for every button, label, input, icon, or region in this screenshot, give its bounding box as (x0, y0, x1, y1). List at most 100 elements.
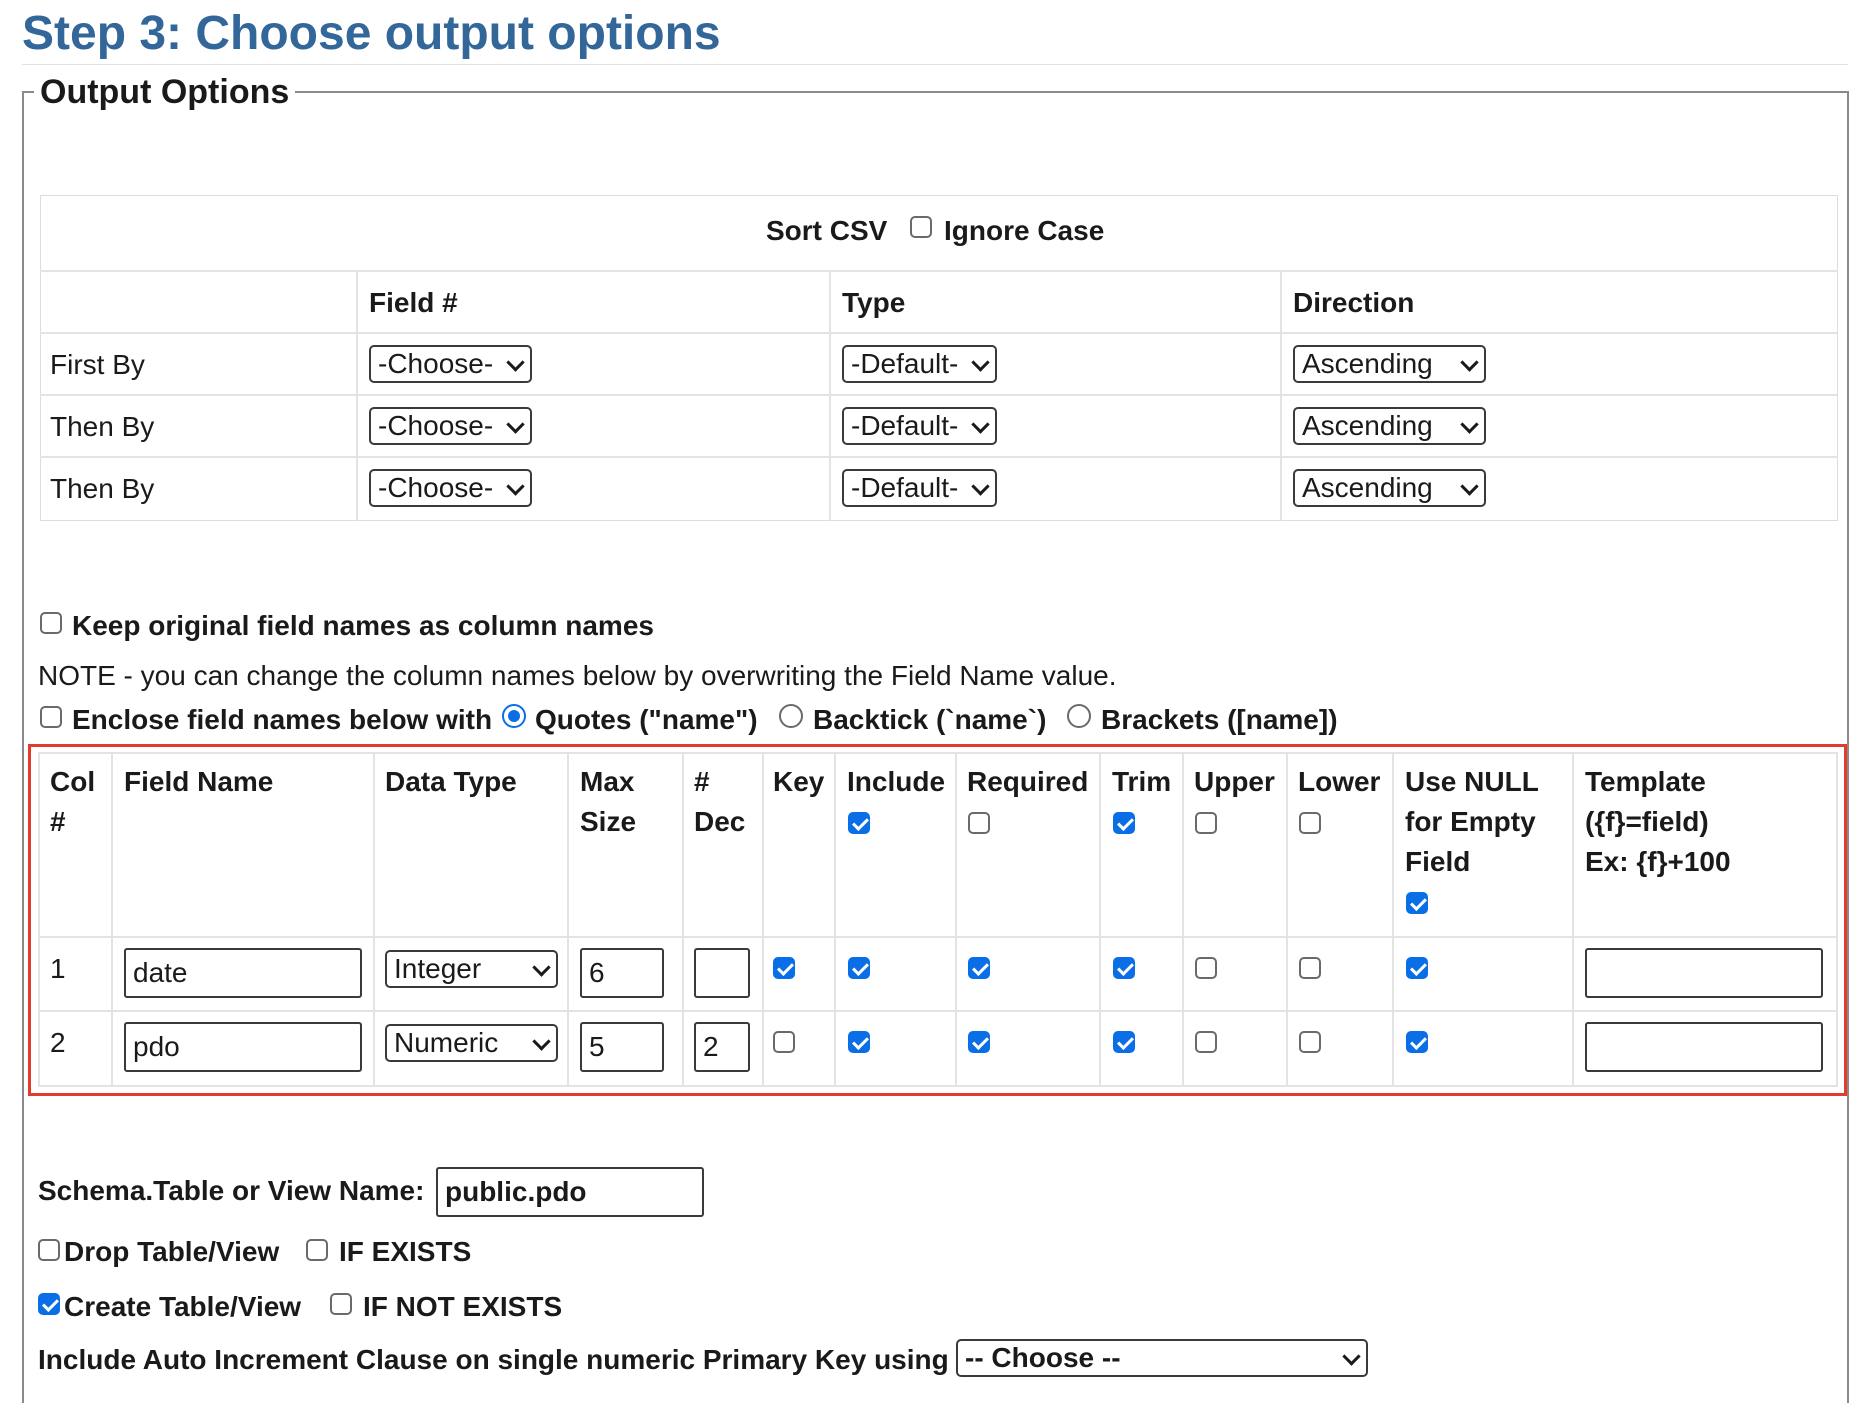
chevron-down-icon (971, 415, 990, 434)
col-number: 1 (50, 953, 66, 984)
select-value: Numeric (394, 1027, 499, 1058)
sort-divider (356, 270, 358, 521)
ignore-case-checkbox[interactable] (910, 216, 932, 238)
sort-divider (829, 270, 831, 521)
trim-header: Trim (1112, 766, 1172, 797)
fields-divider (1392, 752, 1394, 1087)
use-null-header: for Empty (1405, 806, 1536, 837)
fields-divider (111, 752, 113, 1087)
data-type-select[interactable]: Integer (385, 950, 558, 988)
sort-direction-select[interactable]: Ascending (1293, 345, 1486, 383)
upper-header: Upper (1194, 766, 1275, 797)
ignore-case-label: Ignore Case (944, 215, 1105, 246)
template-input[interactable] (1585, 948, 1823, 998)
create-table-checkbox[interactable] (38, 1293, 60, 1315)
data-type-select[interactable]: Numeric (385, 1024, 558, 1062)
backtick-radio[interactable] (779, 704, 803, 728)
select-value: -Default- (851, 348, 959, 379)
chevron-down-icon (532, 1032, 551, 1051)
sort-divider (1280, 270, 1282, 521)
schema-table-input[interactable]: public.pdo (436, 1167, 704, 1217)
sort-row-label: Then By (50, 411, 155, 442)
include-all-checkbox[interactable] (848, 812, 870, 834)
max-size-header: Size (580, 806, 637, 837)
select-value: -- Choose -- (965, 1342, 1121, 1373)
lower-checkbox[interactable] (1299, 957, 1321, 979)
drop-table-checkbox[interactable] (38, 1239, 60, 1261)
trim-checkbox[interactable] (1113, 957, 1135, 979)
template-header: Template (1585, 766, 1706, 797)
trim-all-checkbox[interactable] (1113, 812, 1135, 834)
required-all-checkbox[interactable] (968, 812, 990, 834)
enclose-field-names-checkbox[interactable] (40, 706, 62, 728)
keep-original-names-label: Keep original field names as column name… (72, 610, 654, 641)
trim-checkbox[interactable] (1113, 1031, 1135, 1053)
if-exists-label: IF EXISTS (339, 1236, 472, 1267)
chevron-down-icon (1460, 477, 1479, 496)
include-checkbox[interactable] (848, 957, 870, 979)
data-type-header: Data Type (385, 766, 517, 797)
required-checkbox[interactable] (968, 957, 990, 979)
fields-divider (38, 936, 1838, 938)
sort-direction-select[interactable]: Ascending (1293, 469, 1486, 507)
include-checkbox[interactable] (848, 1031, 870, 1053)
key-checkbox[interactable] (773, 1031, 795, 1053)
fields-divider (682, 752, 684, 1087)
use-null-header: Field (1405, 846, 1471, 877)
upper-checkbox[interactable] (1195, 957, 1217, 979)
upper-checkbox[interactable] (1195, 1031, 1217, 1053)
drop-table-label: Drop Table/View (64, 1236, 280, 1267)
keep-original-names-checkbox[interactable] (40, 612, 62, 634)
sort-field-select[interactable]: -Choose- (369, 469, 532, 507)
sort-type-select[interactable]: -Default- (842, 407, 997, 445)
sort-type-select[interactable]: -Default- (842, 345, 997, 383)
lower-checkbox[interactable] (1299, 1031, 1321, 1053)
sort-field-select[interactable]: -Choose- (369, 407, 532, 445)
brackets-radio[interactable] (1067, 704, 1091, 728)
include-header: Include (847, 766, 946, 797)
max-size-input[interactable]: 5 (580, 1022, 664, 1072)
use-null-checkbox[interactable] (1406, 957, 1428, 979)
auto-increment-label: Include Auto Increment Clause on single … (38, 1344, 949, 1375)
if-not-exists-checkbox[interactable] (330, 1293, 352, 1315)
fields-divider (1182, 752, 1184, 1087)
use-null-checkbox[interactable] (1406, 1031, 1428, 1053)
if-exists-checkbox[interactable] (306, 1239, 328, 1261)
brackets-radio-label: Brackets ([name]) (1101, 704, 1338, 735)
fields-divider (955, 752, 957, 1087)
backtick-radio-label: Backtick (`name`) (813, 704, 1047, 735)
template-input[interactable] (1585, 1022, 1823, 1072)
key-header: Key (773, 766, 825, 797)
chevron-down-icon (971, 477, 990, 496)
template-header: Ex: {f}+100 (1585, 846, 1731, 877)
select-value: -Default- (851, 410, 959, 441)
col-number: 2 (50, 1027, 66, 1058)
sort-divider (40, 394, 1838, 396)
sort-row-label: First By (50, 349, 145, 380)
fields-divider (567, 752, 569, 1087)
field-name-input[interactable]: date (124, 948, 362, 998)
sort-field-select[interactable]: -Choose- (369, 345, 532, 383)
max-size-header: Max (580, 766, 635, 797)
key-checkbox[interactable] (773, 957, 795, 979)
dec-input[interactable] (694, 948, 750, 998)
quotes-radio[interactable] (502, 704, 526, 728)
auto-increment-select[interactable]: -- Choose -- (956, 1339, 1368, 1377)
chevron-down-icon (971, 353, 990, 372)
lower-header: Lower (1298, 766, 1381, 797)
upper-all-checkbox[interactable] (1195, 812, 1217, 834)
max-size-input[interactable]: 6 (580, 948, 664, 998)
lower-all-checkbox[interactable] (1299, 812, 1321, 834)
template-header: ({f}=field) (1585, 806, 1709, 837)
field-name-input[interactable]: pdo (124, 1022, 362, 1072)
chevron-down-icon (1460, 353, 1479, 372)
chevron-down-icon (532, 958, 551, 977)
create-table-label: Create Table/View (64, 1291, 302, 1322)
required-checkbox[interactable] (968, 1031, 990, 1053)
quotes-radio-label: Quotes ("name") (535, 704, 758, 735)
dec-input[interactable]: 2 (694, 1022, 750, 1072)
sort-type-select[interactable]: -Default- (842, 469, 997, 507)
title-divider (22, 64, 1848, 65)
sort-direction-select[interactable]: Ascending (1293, 407, 1486, 445)
use-null-all-checkbox[interactable] (1406, 892, 1428, 914)
